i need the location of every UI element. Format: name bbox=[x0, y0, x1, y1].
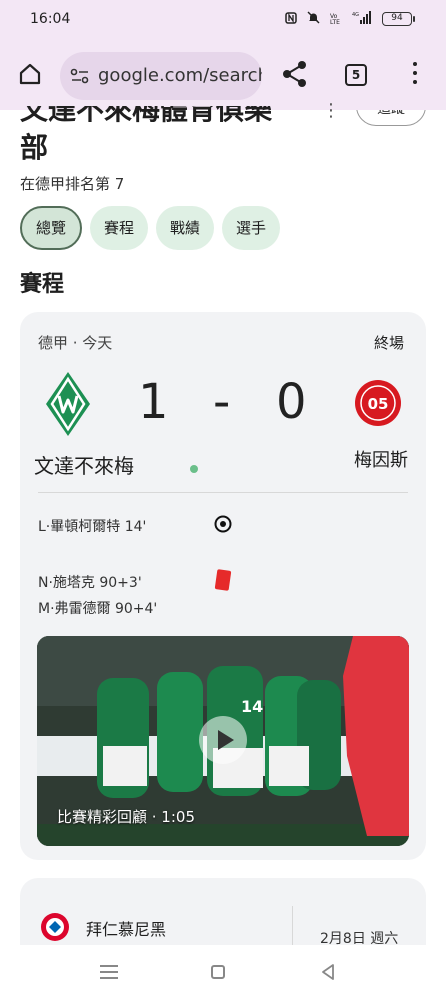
mute-icon bbox=[307, 11, 320, 27]
match-card[interactable]: 德甲 · 今天 終場 1 - 0 05 文達不來梅 梅因斯 L·畢頓柯爾特 14… bbox=[20, 312, 426, 860]
goal-event: L·畢頓柯爾特 14' bbox=[38, 519, 147, 535]
back-icon[interactable] bbox=[320, 963, 336, 981]
signal-icon: 4G bbox=[352, 11, 372, 27]
address-bar[interactable]: google.com/search bbox=[60, 52, 262, 100]
soccer-ball-icon bbox=[214, 515, 232, 533]
section-title: 賽程 bbox=[20, 272, 65, 297]
svg-text:4G: 4G bbox=[352, 12, 359, 18]
more-options-icon[interactable]: ⋮ bbox=[322, 100, 340, 121]
league-rank: 在德甲排名第 7 bbox=[20, 175, 125, 193]
away-team-name[interactable]: 梅因斯 bbox=[354, 446, 408, 472]
clock: 16:04 bbox=[30, 11, 71, 27]
tabs-icon[interactable]: 5 bbox=[345, 64, 367, 86]
tab-overview[interactable]: 總覽 bbox=[20, 206, 83, 250]
play-icon[interactable] bbox=[199, 716, 247, 764]
share-icon[interactable] bbox=[282, 60, 308, 88]
bayern-munich-crest-icon bbox=[40, 912, 70, 942]
page-info-icon[interactable] bbox=[70, 67, 90, 85]
werder-bremen-crest-icon bbox=[46, 372, 90, 436]
tab-bar: 總覽 賽程 戰績 選手 bbox=[20, 206, 281, 250]
battery-icon: 94 bbox=[382, 12, 415, 26]
mainz-crest-icon: 05 bbox=[354, 378, 402, 428]
next-opponent-name: 拜仁慕尼黑 bbox=[86, 920, 167, 939]
home-button-icon[interactable] bbox=[211, 965, 225, 979]
match-league: 德甲 · 今天 bbox=[38, 334, 113, 352]
home-icon[interactable] bbox=[16, 60, 44, 88]
match-status: 終場 bbox=[373, 334, 404, 352]
browser-toolbar: google.com/search 5 bbox=[0, 40, 446, 110]
status-icons: Vo LTE 4G 94 bbox=[285, 11, 415, 27]
highlights-video[interactable]: 14 比賽精彩回顧 · 1:05 bbox=[37, 636, 409, 846]
away-score: 0 bbox=[276, 374, 307, 430]
status-bar: 16:04 Vo LTE 4G 94 bbox=[0, 0, 446, 40]
menu-icon[interactable] bbox=[410, 62, 420, 88]
score-separator: - bbox=[213, 374, 231, 430]
svg-text:14: 14 bbox=[241, 697, 263, 716]
status-dot bbox=[190, 465, 198, 473]
tab-results[interactable]: 戰績 bbox=[156, 206, 215, 250]
screen: 16:04 Vo LTE 4G 94 google.com/search 5 文… bbox=[0, 0, 446, 1000]
nfc-icon bbox=[285, 11, 297, 27]
red-card-event: M·弗雷德爾 90+4' bbox=[38, 601, 158, 617]
video-caption: 比賽精彩回顧 · 1:05 bbox=[57, 808, 195, 826]
system-nav-bar bbox=[0, 945, 446, 1000]
home-score: 1 bbox=[138, 374, 169, 430]
page-title: 部 bbox=[20, 131, 49, 164]
svg-text:LTE: LTE bbox=[330, 19, 340, 24]
red-card-icon bbox=[214, 569, 232, 591]
svg-text:05: 05 bbox=[368, 395, 389, 413]
recent-apps-icon[interactable] bbox=[100, 965, 118, 979]
tab-schedule[interactable]: 賽程 bbox=[90, 206, 149, 250]
home-team-name[interactable]: 文達不來梅 bbox=[34, 450, 134, 479]
divider bbox=[38, 492, 408, 493]
tab-players[interactable]: 選手 bbox=[222, 206, 281, 250]
volte-icon: Vo LTE bbox=[330, 12, 342, 27]
red-card-event: N·施塔克 90+3' bbox=[38, 575, 142, 591]
url-text[interactable]: google.com/search bbox=[98, 65, 262, 86]
